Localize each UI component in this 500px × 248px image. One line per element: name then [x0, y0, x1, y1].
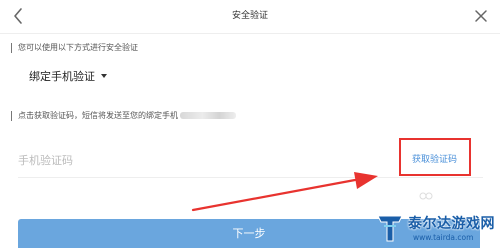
site-watermark: 泰尔达游戏网 www.tairda.com: [375, 208, 500, 248]
security-verify-page: 安全验证 您可以使用以下方式进行安全验证 绑定手机验证 点击获取验证码，短信将发…: [0, 0, 500, 248]
verify-method-label: 绑定手机验证: [29, 70, 95, 83]
watermark-name: 泰尔达游戏网: [408, 216, 495, 232]
get-code-button[interactable]: 获取验证码: [412, 152, 457, 165]
loading-icon: [419, 192, 433, 200]
verify-method-hint: 您可以使用以下方式进行安全验证: [11, 43, 138, 53]
sms-hint-text: 点击获取验证码，短信将发送至您的绑定手机: [18, 111, 178, 120]
close-icon[interactable]: [472, 7, 490, 25]
caret-down-icon: [101, 74, 107, 78]
sms-hint: 点击获取验证码，短信将发送至您的绑定手机: [11, 111, 236, 121]
verify-method-dropdown[interactable]: 绑定手机验证: [29, 68, 107, 84]
watermark-url: www.tairda.com: [413, 233, 474, 242]
masked-phone-number: [180, 112, 236, 119]
top-bar: 安全验证: [0, 0, 500, 34]
watermark-logo-icon: [377, 215, 403, 242]
page-title: 安全验证: [231, 11, 268, 21]
sms-code-input[interactable]: [18, 150, 318, 170]
input-divider: [18, 177, 483, 178]
